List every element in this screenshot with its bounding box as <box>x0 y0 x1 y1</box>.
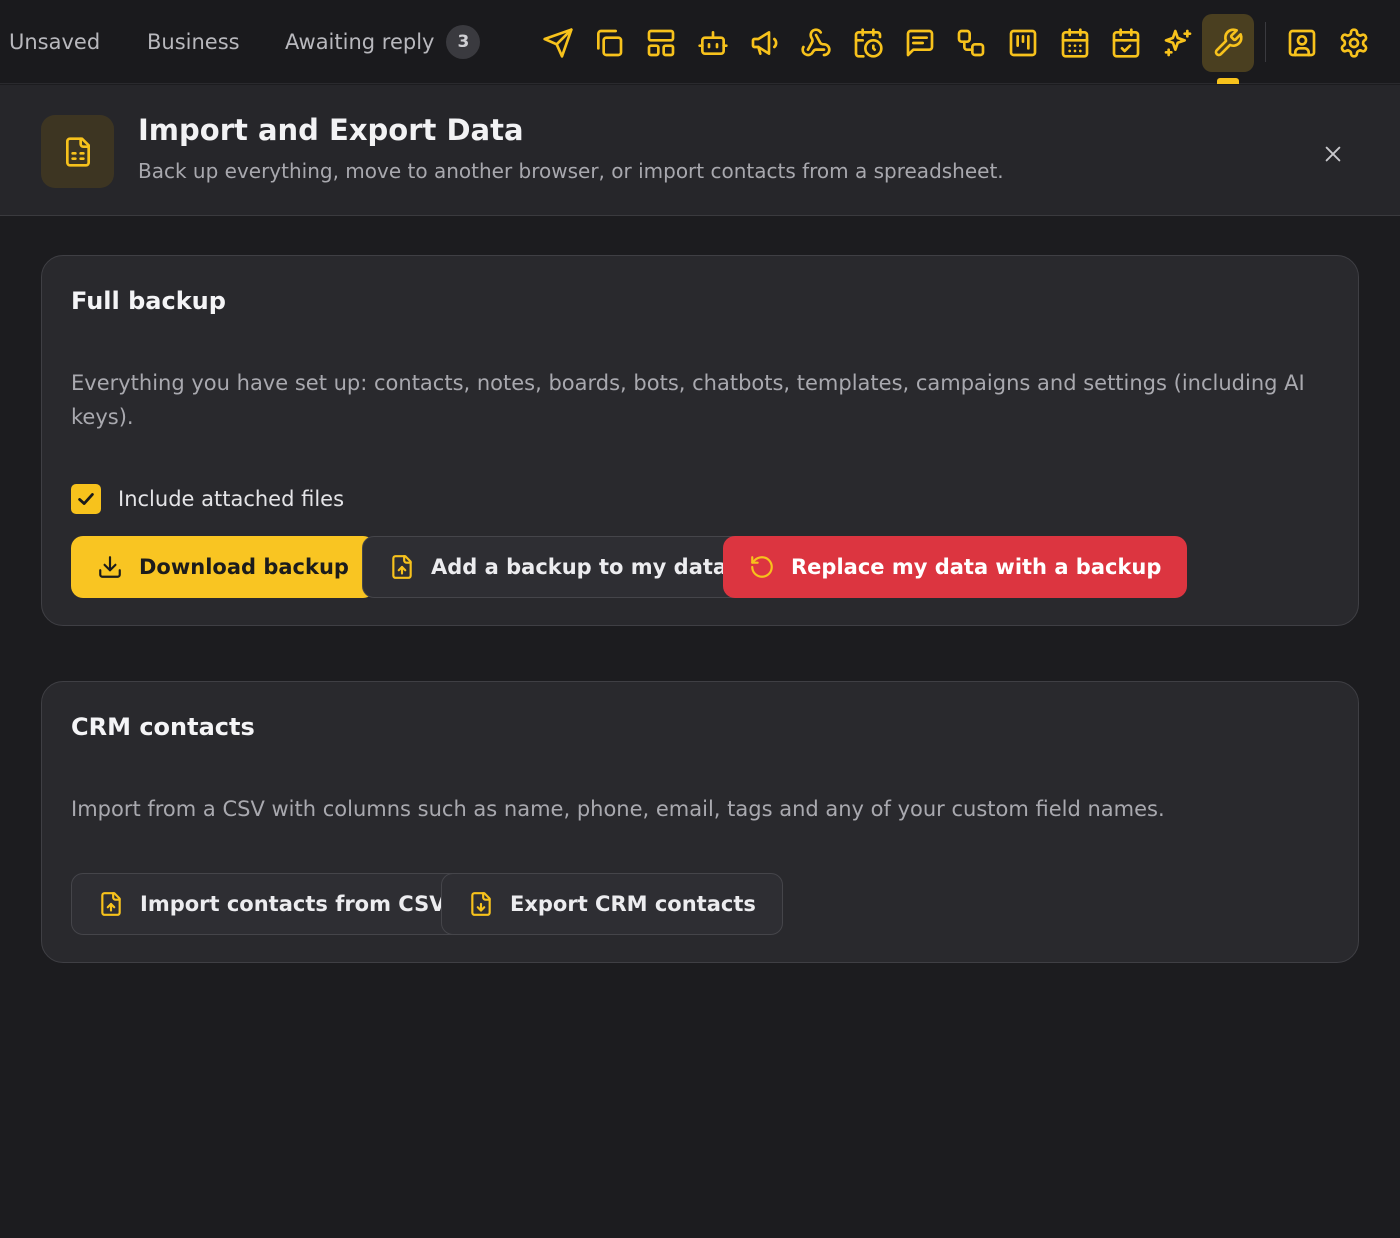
button-label: Replace my data with a backup <box>791 555 1162 579</box>
send-icon[interactable] <box>532 14 584 72</box>
contact-icon[interactable] <box>1276 14 1328 72</box>
checkbox-box[interactable] <box>71 484 101 514</box>
include-files-checkbox[interactable]: Include attached files <box>71 484 344 514</box>
webhook-icon[interactable] <box>790 14 842 72</box>
layout-icon[interactable] <box>635 14 687 72</box>
checkbox-label: Include attached files <box>118 487 345 511</box>
kanban-icon[interactable] <box>997 14 1049 72</box>
tab-unsaved[interactable]: Unsaved <box>9 0 100 84</box>
button-label: Add a backup to my data <box>431 555 728 579</box>
top-bar: Unsaved Business Awaiting reply 3 <box>0 0 1400 84</box>
download-icon <box>99 556 121 578</box>
active-tool-indicator <box>1217 78 1239 84</box>
tab-label: Awaiting reply <box>285 30 435 54</box>
workflow-icon[interactable] <box>945 14 997 72</box>
calendar-check-icon[interactable] <box>1100 14 1152 72</box>
count-badge: 3 <box>446 25 481 59</box>
close-icon <box>1325 146 1341 162</box>
export-crm-button[interactable]: Export CRM contacts <box>441 873 783 935</box>
sparkles-icon[interactable] <box>1152 14 1204 72</box>
calendar-clock-icon[interactable] <box>842 14 894 72</box>
copy-icon[interactable] <box>583 14 635 72</box>
add-backup-button[interactable]: Add a backup to my data <box>362 536 755 598</box>
card-description: Import from a CSV with columns such as n… <box>71 797 1165 821</box>
download-backup-button[interactable]: Download backup <box>71 536 375 598</box>
calendar-grid-icon[interactable] <box>1049 14 1101 72</box>
close-button[interactable] <box>1316 137 1350 171</box>
import-csv-button[interactable]: Import contacts from CSV <box>71 873 473 935</box>
button-label: Import contacts from CSV <box>140 892 446 916</box>
file-upload-icon <box>392 555 412 579</box>
tab-business[interactable]: Business <box>147 0 240 84</box>
page-subtitle: Back up everything, move to another brow… <box>138 159 1004 183</box>
file-download-icon <box>471 892 491 916</box>
bot-icon[interactable] <box>687 14 739 72</box>
replace-backup-button[interactable]: Replace my data with a backup <box>723 536 1188 598</box>
settings-icon[interactable] <box>1328 14 1380 72</box>
tab-awaiting-reply[interactable]: Awaiting reply 3 <box>285 0 481 84</box>
card-title: CRM contacts <box>71 713 255 741</box>
tab-label: Unsaved <box>9 30 101 54</box>
tab-label: Business <box>147 30 240 54</box>
full-backup-card: Full backup Everything you have set up: … <box>41 255 1359 626</box>
page-title: Import and Export Data <box>138 113 524 147</box>
button-label: Export CRM contacts <box>510 892 756 916</box>
file-spreadsheet-icon <box>41 115 114 188</box>
rotate-ccw-icon <box>751 556 773 578</box>
card-description: Everything you have set up: contacts, no… <box>71 371 1305 429</box>
card-title: Full backup <box>71 287 226 315</box>
wrench-icon[interactable] <box>1202 14 1254 72</box>
button-label: Download backup <box>139 555 349 579</box>
check-icon <box>78 493 94 505</box>
crm-contacts-card: CRM contacts Import from a CSV with colu… <box>41 681 1359 963</box>
megaphone-icon[interactable] <box>739 14 791 72</box>
panel-header: Import and Export Data Back up everythin… <box>0 85 1400 216</box>
toolbar-divider <box>1265 22 1266 62</box>
message-square-icon[interactable] <box>894 14 946 72</box>
file-upload-icon <box>101 892 121 916</box>
